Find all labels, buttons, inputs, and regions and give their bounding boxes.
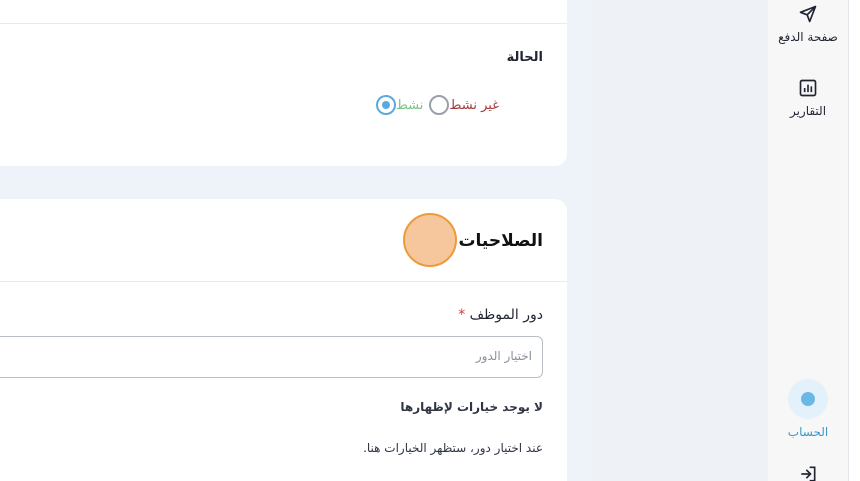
role-select-placeholder: اختيار الدور: [475, 349, 532, 363]
role-field-label: دور الموظف *: [454, 307, 543, 323]
highlight-marker: [403, 213, 457, 267]
sidebar-item-payment-page[interactable]: صفحة الدفع: [768, 4, 848, 44]
logout-icon: [801, 466, 816, 481]
status-card: الحالة نشط غير نشط: [0, 0, 567, 166]
bar-chart-icon: [799, 79, 817, 97]
sidebar-item-reports[interactable]: التقارير: [768, 78, 848, 118]
sidebar-edge: [848, 0, 860, 481]
permissions-card: الصلاحيات دور الموظف * اختيار الدور لا ي…: [0, 199, 567, 481]
empty-options-description: عند اختيار دور، ستظهر الخيارات هنا.: [363, 441, 543, 455]
sidebar: صفحة الدفع التقارير الحساب: [768, 0, 848, 481]
radio-checked-icon[interactable]: [375, 95, 396, 115]
user-icon: [788, 379, 828, 419]
radio-unchecked-icon[interactable]: [429, 95, 450, 115]
permissions-header: الصلاحيات: [0, 199, 567, 282]
permissions-title: الصلاحيات: [458, 231, 543, 251]
role-select[interactable]: اختيار الدور: [0, 336, 543, 378]
status-title: الحالة: [506, 50, 543, 65]
sidebar-item-label: صفحة الدفع: [778, 30, 838, 44]
sidebar-item-account[interactable]: الحساب: [768, 379, 848, 439]
status-active-radio[interactable]: نشط: [375, 95, 430, 115]
status-radio-group: نشط غير نشط: [375, 95, 543, 115]
status-inactive-radio[interactable]: غير نشط: [429, 95, 505, 115]
role-label-text: دور الموظف: [469, 307, 543, 323]
required-mark: *: [458, 307, 466, 323]
send-icon: [799, 5, 817, 23]
sidebar-item-label: التقارير: [789, 104, 827, 118]
empty-options-title: لا يوجد خيارات لإظهارها: [400, 400, 543, 414]
sidebar-item-logout[interactable]: [768, 464, 848, 481]
content-gutter: [591, 0, 768, 481]
card-divider: [0, 23, 567, 24]
status-inactive-label[interactable]: غير نشط: [449, 98, 499, 113]
sidebar-item-label: الحساب: [787, 425, 829, 439]
status-active-label[interactable]: نشط: [396, 98, 424, 113]
